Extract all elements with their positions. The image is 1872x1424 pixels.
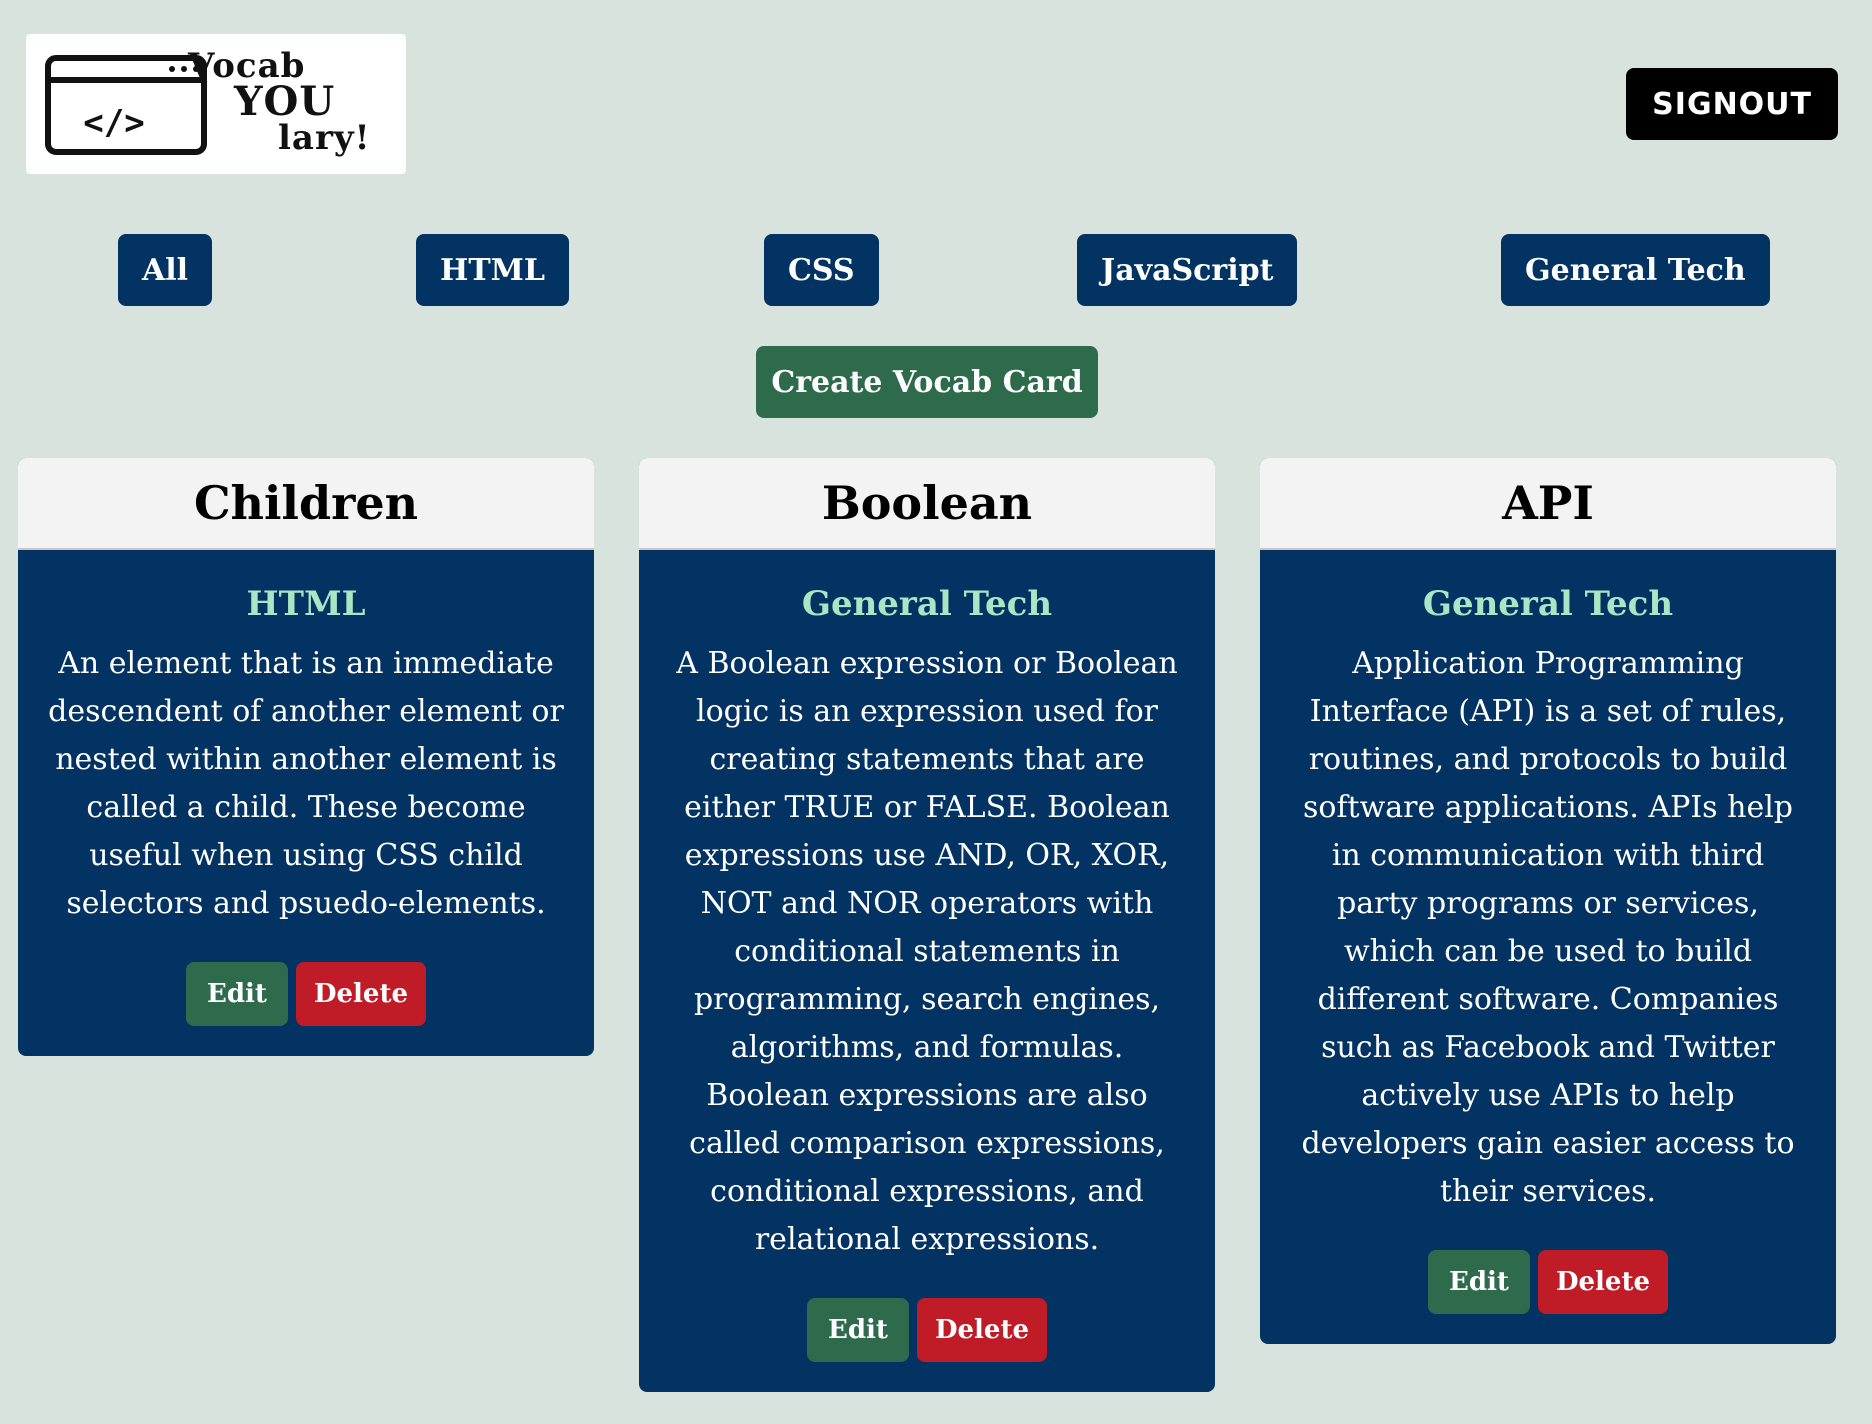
edit-button[interactable]: Edit	[186, 962, 288, 1026]
card-actions: Edit Delete	[48, 962, 564, 1026]
filter-css-button[interactable]: CSS	[764, 234, 879, 306]
card-actions: Edit Delete	[669, 1298, 1185, 1362]
filter-general-tech-button[interactable]: General Tech	[1501, 234, 1770, 306]
edit-button[interactable]: Edit	[807, 1298, 909, 1362]
card-actions: Edit Delete	[1290, 1250, 1806, 1314]
filter-html-button[interactable]: HTML	[416, 234, 569, 306]
card-description: A Boolean expression or Boolean logic is…	[676, 646, 1178, 1257]
card-category: General Tech	[801, 584, 1053, 624]
card-title: Children	[18, 458, 594, 550]
logo-word-lary: lary!	[278, 118, 371, 158]
filter-javascript-button[interactable]: JavaScript	[1077, 234, 1298, 306]
delete-button[interactable]: Delete	[917, 1298, 1047, 1362]
card-category: General Tech	[1422, 584, 1674, 624]
card-body: General Tech A Boolean expression or Boo…	[639, 550, 1215, 1392]
delete-button[interactable]: Delete	[296, 962, 426, 1026]
vocab-card: Boolean General Tech A Boolean expressio…	[639, 458, 1215, 1392]
card-description: An element that is an immediate descende…	[48, 646, 564, 921]
card-title: Boolean	[639, 458, 1215, 550]
edit-button[interactable]: Edit	[1428, 1250, 1530, 1314]
code-symbol: </>	[83, 103, 144, 143]
card-title: API	[1260, 458, 1836, 550]
signout-button[interactable]: SIGNOUT	[1626, 68, 1838, 140]
card-category: HTML	[246, 584, 366, 624]
delete-button[interactable]: Delete	[1538, 1250, 1668, 1314]
card-description: Application Programming Interface (API) …	[1301, 646, 1795, 1209]
create-vocab-card-button[interactable]: Create Vocab Card	[756, 346, 1098, 418]
card-body: HTML An element that is an immediate des…	[18, 550, 594, 1056]
vocab-card: API General Tech Application Programming…	[1260, 458, 1836, 1344]
vocab-card: Children HTML An element that is an imme…	[18, 458, 594, 1056]
card-body: General Tech Application Programming Int…	[1260, 550, 1836, 1344]
filter-all-button[interactable]: All	[118, 234, 213, 306]
app-logo[interactable]: </> Vocab YOU lary!	[26, 34, 406, 174]
